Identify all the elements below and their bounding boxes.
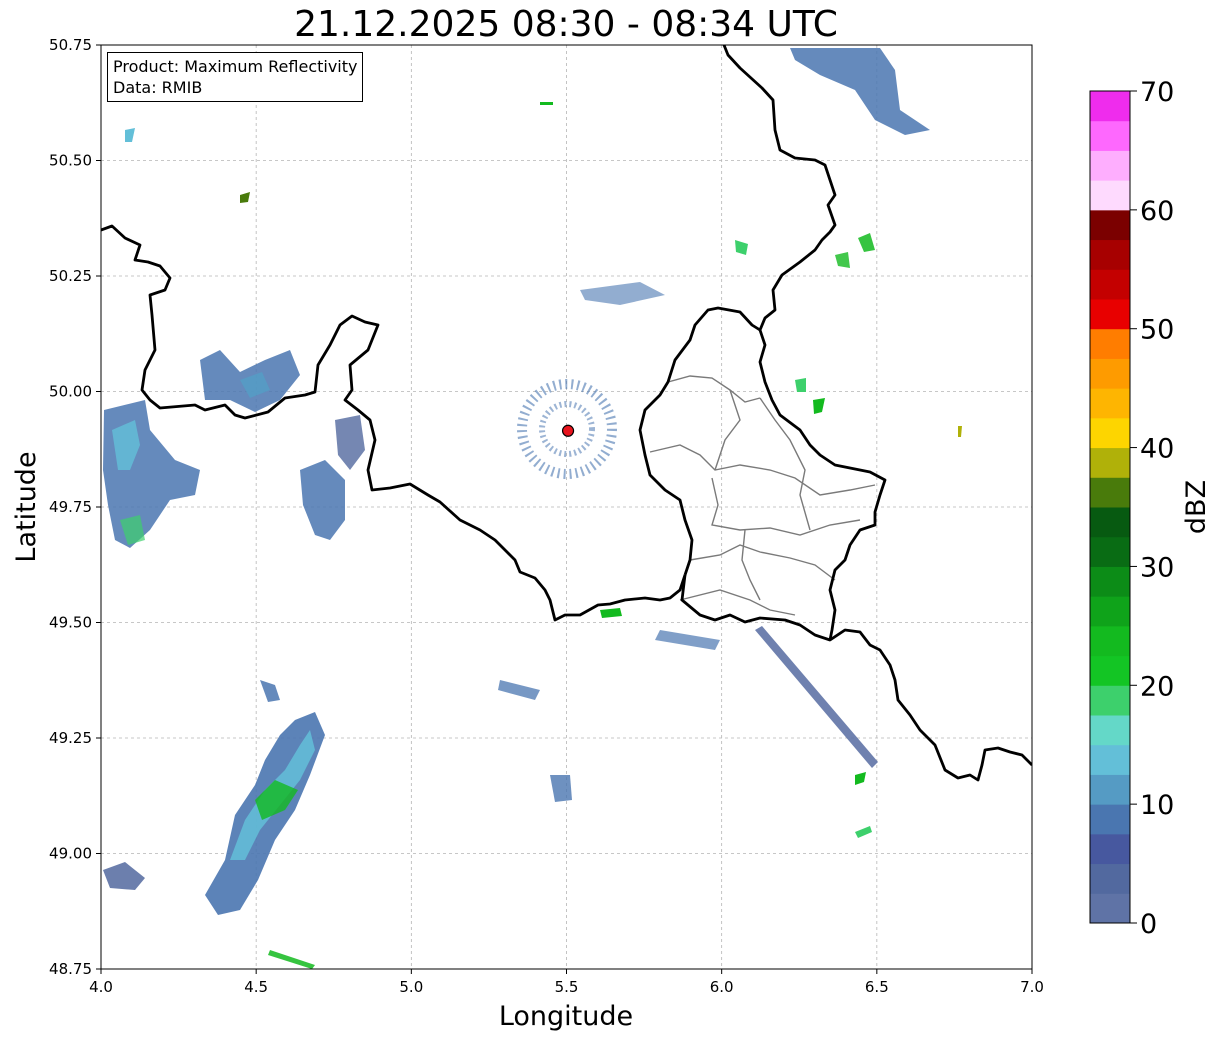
y-tick-label: 49.75	[49, 498, 92, 516]
x-tick-label: 4.0	[89, 978, 113, 996]
colorbar-label: dBZ	[1181, 480, 1212, 534]
colorbar-segment	[1090, 447, 1130, 478]
x-tick-label: 5.5	[555, 978, 579, 996]
colorbar-segment	[1090, 685, 1130, 716]
colorbar-tick-label: 20	[1140, 671, 1174, 702]
colorbar-segment	[1090, 120, 1130, 151]
colorbar-segment	[1090, 625, 1130, 657]
y-tick-label: 50.00	[49, 383, 92, 401]
colorbar-segment	[1090, 804, 1130, 835]
x-tick-label: 7.0	[1020, 978, 1044, 996]
colorbar-segment	[1090, 774, 1130, 805]
colorbar-segment	[1090, 269, 1130, 300]
colorbar-segment	[1090, 388, 1130, 419]
colorbar-tick-label: 10	[1140, 790, 1174, 821]
product-info-box: Product: Maximum Reflectivity Data: RMIB	[107, 52, 364, 102]
colorbar-segment	[1090, 715, 1130, 746]
colorbar-segment	[1090, 150, 1130, 181]
colorbar-segment	[1090, 863, 1130, 894]
radar-map-figure: 4.0 4.5 5.0 5.5 6.0 6.5 7.0 48.75 49.00 49.25 49.…	[11, 36, 1212, 1032]
colorbar-segment	[1090, 239, 1130, 270]
colorbar-segment	[1090, 744, 1130, 775]
y-tick-label: 48.75	[49, 960, 92, 978]
colorbar-segment	[1090, 328, 1130, 359]
colorbar-segment	[1090, 566, 1130, 597]
colorbar-segment	[1090, 477, 1130, 508]
x-axis-ticks: 4.0 4.5 5.0 5.5 6.0 6.5 7.0	[89, 969, 1044, 996]
colorbar-tick-label: 0	[1140, 909, 1157, 940]
colorbar-segment	[1090, 299, 1130, 330]
y-tick-label: 49.25	[49, 729, 92, 747]
colorbar-segment	[1090, 507, 1130, 538]
colorbar-tick-label: 60	[1140, 196, 1174, 227]
echo-spot-1	[540, 102, 553, 105]
colorbar-segment	[1090, 596, 1130, 627]
y-tick-label: 50.50	[49, 152, 92, 170]
x-axis-label: Longitude	[499, 1001, 633, 1032]
y-tick-label: 50.25	[49, 267, 92, 285]
x-tick-label: 5.0	[399, 978, 423, 996]
colorbar-segment	[1090, 536, 1130, 567]
product-line: Product: Maximum Reflectivity	[113, 57, 358, 76]
x-tick-label: 6.5	[865, 978, 889, 996]
colorbar-segment	[1090, 655, 1130, 686]
radar-site-marker	[561, 424, 575, 437]
y-tick-label: 49.50	[49, 614, 92, 632]
x-tick-label: 6.0	[710, 978, 734, 996]
echo-spot-14	[795, 378, 806, 392]
colorbar-segment	[1090, 209, 1130, 241]
colorbar-tick-label: 30	[1140, 552, 1174, 583]
y-axis-label: Latitude	[11, 451, 42, 562]
colorbar-segment	[1090, 417, 1130, 449]
y-tick-label: 49.00	[49, 845, 92, 863]
colorbar-segment	[1090, 358, 1130, 389]
y-axis-ticks: 48.75 49.00 49.25 49.50 49.75 50.00 50.25 50.50…	[49, 36, 101, 978]
y-tick-label: 50.75	[49, 36, 92, 54]
colorbar-segment	[1090, 180, 1130, 211]
colorbar-segment	[1090, 893, 1130, 924]
colorbar-segment	[1090, 91, 1130, 122]
colorbar-tick-label: 50	[1140, 315, 1174, 346]
data-source-line: Data: RMIB	[113, 78, 203, 97]
colorbar-tick-label: 70	[1140, 77, 1174, 108]
x-tick-label: 4.5	[244, 978, 268, 996]
colorbar-ticks: 0 10 20 30 40 50 60 70	[1130, 77, 1174, 940]
colorbar-segment	[1090, 833, 1130, 865]
colorbar-tick-label: 40	[1140, 434, 1174, 465]
colorbar	[1090, 91, 1130, 924]
